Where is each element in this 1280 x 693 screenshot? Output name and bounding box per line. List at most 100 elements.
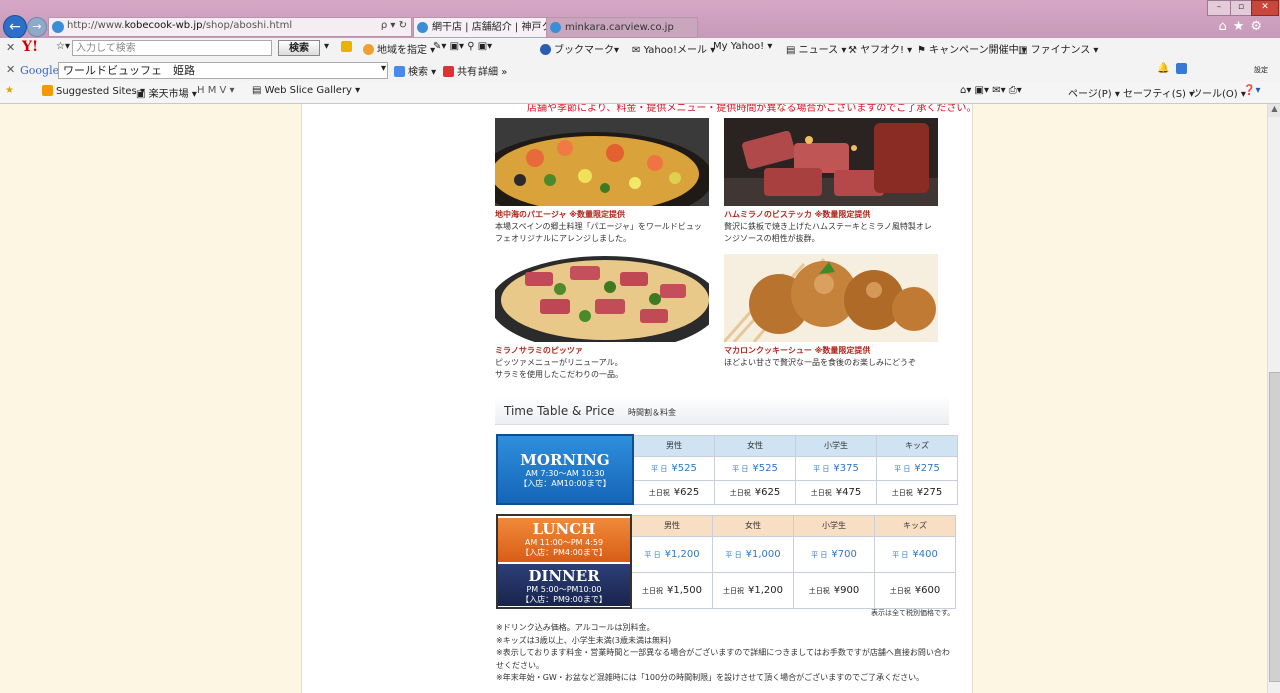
google-more-button[interactable]: 詳細 »: [478, 63, 507, 78]
scroll-up-icon[interactable]: ▲: [1268, 104, 1280, 117]
bell-icon[interactable]: 🔔: [1157, 63, 1169, 74]
fav-web-slice[interactable]: ▤ Web Slice Gallery ▾: [252, 85, 360, 96]
price-cell: 平 日 ¥1,200: [630, 535, 713, 573]
yahoo-toolbar: ✕ Y! ☆▾ 入力して検索 検索 ▾ 地域を指定 ▾ ✎▾ ▣▾ ⚲ ▣▾ ブ…: [0, 38, 1280, 61]
shield-icon[interactable]: [341, 41, 355, 53]
tab-favicon-icon: [550, 22, 561, 33]
food-desc: ほどよい甘さで贅沢な一品を食後のお楽しみにどうぞ: [724, 358, 916, 367]
price-cell: 土日祝 ¥1,500: [630, 571, 713, 609]
price-cell: 平 日 ¥525: [714, 455, 796, 481]
food-name: マカロンクッキーシュー ※数量限定提供: [724, 346, 871, 355]
fav-hmv[interactable]: H M V ▾: [197, 85, 235, 96]
note-item: ※ドリンク込み価格。アルコールは別料金。: [496, 623, 655, 632]
yahoo-logo[interactable]: Y!: [22, 39, 38, 55]
favorites-star-icon[interactable]: ★: [5, 85, 14, 96]
price-cell: 土日祝 ¥625: [632, 479, 715, 505]
steak-image: [724, 118, 938, 206]
tax-note: 表示は全て税別価格です。: [871, 609, 955, 617]
address-controls[interactable]: ρ ▾ ↻: [381, 20, 407, 31]
food-name: ミラノサラミのピッツァ: [495, 346, 583, 355]
food-name: ハムミラノのビステッカ ※数量限定提供: [724, 210, 871, 219]
lunch-time: AM 11:00～PM 4:59: [524, 537, 604, 547]
search-dropdown-icon[interactable]: ▾: [381, 63, 386, 74]
yahoo-item-mail[interactable]: ✉ Yahoo!メール ▾: [632, 41, 715, 56]
yahoo-item-auction[interactable]: ⚒ ヤフオク! ▾: [848, 41, 912, 56]
forward-button[interactable]: →: [27, 17, 47, 37]
tab-label: 網干店 | 店舗紹介 | 神戸ク...: [432, 22, 561, 33]
menu-safety[interactable]: セーフティ(S) ▾: [1123, 85, 1194, 100]
lunch-dinner-block: LUNCH AM 11:00～PM 4:59 【入店：PM4:00まで】 DIN…: [496, 514, 632, 609]
search-dropdown-icon[interactable]: ▾: [324, 41, 329, 52]
notes-list: ※ドリンク込み価格。アルコールは別料金。 ※キッズは3歳以上、小学生未満(3歳未…: [496, 622, 951, 685]
notice-text: 店舗や季節により、料金・提供メニュー・提供時間が異なる場合がございますのでご了承…: [527, 104, 973, 114]
user-avatar-icon[interactable]: [1176, 63, 1190, 75]
google-toolbar: ✕ Google ワールドビュッフェ 姫路 ▾ 検索 ▾ 共有 詳細 » 🔔 設…: [0, 60, 1280, 83]
morning-entry: 【入店：AM10:00まで】: [519, 478, 611, 488]
fav-rakuten[interactable]: ▣ 楽天市場 ▾: [136, 85, 197, 100]
close-toolbar-icon[interactable]: ✕: [6, 63, 15, 76]
col-male: 男性: [632, 434, 715, 457]
price-cell: 土日祝 ¥475: [795, 479, 877, 505]
yahoo-item-finance[interactable]: ▥ ファイナンス ▾: [1018, 41, 1098, 56]
close-window-button[interactable]: ✕: [1251, 0, 1279, 16]
maximize-button[interactable]: ▫: [1230, 0, 1252, 16]
food-desc: ピッツァメニューがリニューアル。 サラミを使用したこだわりの一品。: [495, 358, 623, 379]
google-search-input[interactable]: ワールドビュッフェ 姫路: [58, 62, 388, 79]
time-table-heading: Time Table & Price 時間割＆料金: [495, 396, 949, 425]
help-icon[interactable]: ❓▾: [1243, 85, 1260, 96]
yahoo-item-campaign[interactable]: ⚑ キャンペーン開催中 ▾: [917, 41, 1027, 56]
google-share-button[interactable]: 共有: [443, 63, 477, 78]
home-favorites-tools-icons[interactable]: ⌂★⚙: [1218, 19, 1268, 34]
col-female: 女性: [714, 434, 796, 457]
dinner-title: DINNER: [528, 566, 600, 585]
pen-icon[interactable]: ✎▾ ▣▾ ⚲ ▣▾: [433, 41, 492, 52]
close-toolbar-icon[interactable]: ✕: [6, 41, 15, 54]
price-cell: 土日祝 ¥625: [714, 479, 796, 505]
lunch-entry: 【入店：PM4:00まで】: [521, 547, 607, 557]
yahoo-menu-icon[interactable]: ☆▾: [56, 41, 70, 52]
google-settings-button[interactable]: 設定: [1254, 65, 1268, 75]
back-button[interactable]: ←: [3, 15, 27, 39]
vertical-scrollbar[interactable]: ▲: [1267, 104, 1280, 693]
food-item-choux: マカロンクッキーシュー ※数量限定提供 ほどよい甘さで贅沢な一品を食後のお楽しみ…: [724, 254, 938, 369]
choux-image: [724, 254, 938, 342]
tab-label: minkara.carview.co.jp: [565, 22, 674, 33]
site-favicon-icon: [52, 21, 64, 33]
scroll-thumb[interactable]: [1269, 372, 1280, 682]
yahoo-search-input[interactable]: 入力して検索: [72, 40, 272, 56]
tab-minkara[interactable]: minkara.carview.co.jp: [546, 17, 698, 38]
favorites-bar: ★ Suggested Sites ▾ ▣ 楽天市場 ▾ H M V ▾ ▤ W…: [0, 82, 1280, 104]
note-item: ※キッズは3歳以上、小学生未満(3歳未満は無料): [496, 635, 672, 645]
morning-time: AM 7:30～AM 10:30: [525, 468, 605, 478]
col-kids: キッズ: [876, 434, 958, 457]
price-cell: 土日祝 ¥600: [874, 571, 956, 609]
menu-tools[interactable]: ツール(O) ▾: [1192, 85, 1246, 100]
yahoo-search-button[interactable]: 検索: [278, 40, 320, 56]
minimize-button[interactable]: –: [1207, 0, 1231, 16]
price-cell: 土日祝 ¥900: [793, 571, 875, 609]
section-title-jp: 時間割＆料金: [628, 408, 676, 417]
google-search-button[interactable]: 検索 ▾: [394, 63, 436, 78]
paella-image: [495, 118, 709, 206]
yahoo-item-myyahoo[interactable]: My Yahoo! ▾: [713, 41, 772, 52]
command-icons[interactable]: ⌂▾ ▣▾ ✉▾ ⎙▾: [960, 85, 1022, 96]
menu-page[interactable]: ページ(P) ▾: [1068, 85, 1120, 100]
fav-suggested-sites[interactable]: Suggested Sites ▾: [42, 85, 145, 97]
price-cell: 平 日 ¥400: [874, 535, 956, 573]
food-item-steak: ハムミラノのビステッカ ※数量限定提供 贅沢に鉄板で焼き上げたハムステーキとミラ…: [724, 118, 938, 245]
note-item: ※年末年始・GW・お盆など混雑時には「100分の時間制限」を設けさせて頂く場合が…: [496, 673, 925, 682]
dinner-entry: 【入店：PM9:00まで】: [521, 594, 607, 604]
dinner-time: PM 5:00～PM10:00: [526, 584, 602, 594]
price-cell: 平 日 ¥375: [795, 455, 877, 481]
col-kids: キッズ: [874, 514, 956, 537]
lunch-dinner-price-table: LUNCH AM 11:00～PM 4:59 【入店：PM4:00まで】 DIN…: [496, 514, 956, 609]
morning-title: MORNING: [520, 450, 610, 469]
tab-aboshi[interactable]: 網干店 | 店舗紹介 | 神戸ク... ✕: [413, 17, 563, 37]
note-item: ※表示しております料金・営業時間と一部異なる場合がございますので詳細につきまして…: [496, 648, 950, 670]
yahoo-item-region[interactable]: 地域を指定 ▾: [363, 41, 435, 56]
yahoo-item-bookmark[interactable]: ブックマーク▾: [540, 41, 619, 56]
yahoo-item-news[interactable]: ▤ ニュース ▾: [786, 41, 846, 56]
browser-title-bar: ← → http://www.kobecook-wb.jp/shop/abosh…: [0, 0, 1280, 39]
address-bar[interactable]: http://www.kobecook-wb.jp/shop/aboshi.ht…: [48, 17, 412, 37]
address-url: http://www.kobecook-wb.jp/shop/aboshi.ht…: [67, 20, 293, 31]
